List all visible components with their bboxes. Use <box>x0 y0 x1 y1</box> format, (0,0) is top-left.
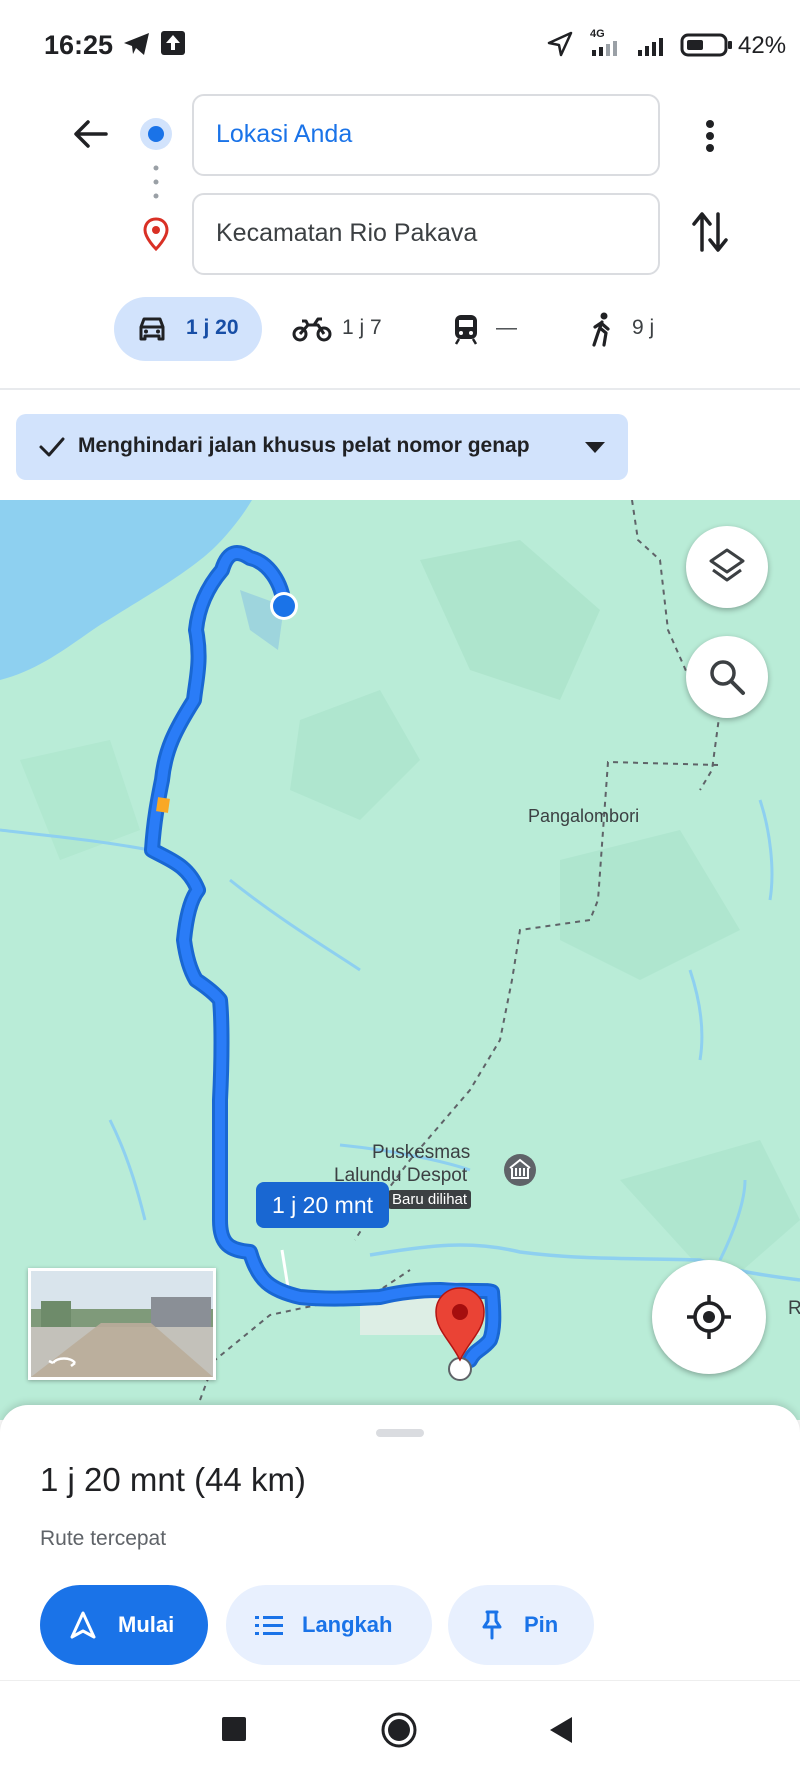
destination-input[interactable]: Kecamatan Rio Pakava <box>192 193 660 275</box>
more-vert-icon[interactable] <box>698 116 722 156</box>
layers-button[interactable] <box>686 526 768 608</box>
current-location-dot-inner <box>273 595 295 617</box>
pin-icon <box>482 1610 502 1640</box>
map-place-label: Pangalombori <box>528 806 640 826</box>
route-option-label: Menghindari jalan khusus pelat nomor gen… <box>78 434 530 457</box>
header-divider <box>0 388 800 390</box>
route-line <box>144 545 502 1368</box>
map-terrain <box>560 830 740 980</box>
map-terrain <box>290 690 420 820</box>
status-bar: 16:25 4G 42% <box>0 0 800 90</box>
mode-walk-time: 9 j <box>632 316 655 339</box>
map-river <box>229 878 361 972</box>
map-poi-label-1: Puskesmas <box>372 1142 471 1163</box>
start-button-label: Mulai <box>118 1612 175 1637</box>
navigation-icon <box>70 1611 96 1639</box>
route-duration-badge[interactable]: 1 j 20 mnt <box>256 1182 389 1228</box>
route-summary: 1 j 20 mnt (44 km) <box>40 1461 306 1498</box>
mode-car-tab[interactable]: 1 j 20 <box>114 297 262 361</box>
map-terrain <box>20 740 140 860</box>
back-arrow-icon[interactable] <box>70 114 110 154</box>
route-connector-dots <box>153 165 159 199</box>
location-arrow-icon <box>547 31 573 57</box>
battery-icon <box>680 33 732 57</box>
telegram-icon <box>124 33 149 55</box>
signal-icon-1 <box>592 41 617 56</box>
upload-notification-icon <box>161 31 185 55</box>
route-option-chip[interactable]: Menghindari jalan khusus pelat nomor gen… <box>16 414 628 480</box>
train-icon <box>454 315 478 345</box>
route-bottom-sheet: 1 j 20 mnt (44 km) Rute tercepat Mulai L… <box>0 1405 800 1680</box>
map-edge-label: R <box>788 1298 800 1319</box>
mode-walk-tab[interactable]: 9 j <box>580 297 690 361</box>
origin-dot-icon <box>140 118 172 150</box>
map-view[interactable]: Pangalombori Puskesmas Lalundu Despot Ba… <box>0 500 800 1420</box>
home-button[interactable] <box>380 1711 418 1749</box>
origin-input[interactable]: Lokasi Anda <box>192 94 660 176</box>
my-location-icon <box>687 1295 731 1339</box>
map-search-button[interactable] <box>686 636 768 718</box>
pin-button[interactable]: Pin <box>448 1585 594 1665</box>
steps-button[interactable]: Langkah <box>226 1585 432 1665</box>
car-icon <box>139 317 165 341</box>
walk-icon <box>592 312 610 347</box>
drag-handle[interactable] <box>376 1429 424 1437</box>
mode-transit-tab[interactable]: — <box>440 297 550 361</box>
pin-button-label: Pin <box>524 1612 559 1637</box>
map-terrain <box>420 540 600 700</box>
map-river <box>108 1119 147 1221</box>
my-location-button[interactable] <box>652 1260 766 1374</box>
destination-marker-dot <box>452 1304 468 1320</box>
system-nav-bar <box>0 1680 800 1779</box>
status-time: 16:25 <box>44 30 114 60</box>
battery-percent: 42% <box>738 32 787 59</box>
search-icon <box>710 660 745 695</box>
network-type: 4G <box>590 28 605 40</box>
destination-input-text: Kecamatan Rio Pakava <box>216 219 478 247</box>
motorcycle-icon <box>292 317 332 342</box>
swap-icon[interactable] <box>690 208 730 256</box>
route-subtitle: Rute tercepat <box>40 1527 167 1550</box>
list-icon <box>255 1616 283 1635</box>
recents-button[interactable] <box>222 1717 246 1741</box>
start-button[interactable]: Mulai <box>40 1585 208 1665</box>
mode-motorcycle-tab[interactable]: 1 j 7 <box>284 297 404 361</box>
route-traffic-segment <box>156 797 170 813</box>
check-icon <box>39 437 65 457</box>
signal-icon-2 <box>638 38 663 56</box>
steps-button-label: Langkah <box>302 1612 393 1637</box>
mode-motorcycle-time: 1 j 7 <box>342 316 382 339</box>
street-view-image <box>31 1271 213 1377</box>
layers-icon <box>709 548 745 582</box>
mode-transit-time: — <box>496 316 517 339</box>
mode-car-time: 1 j 20 <box>186 316 239 339</box>
destination-pin-icon <box>143 217 169 252</box>
dropdown-icon <box>585 442 605 453</box>
street-view-thumbnail[interactable] <box>28 1268 216 1380</box>
recently-viewed-tag: Baru dilihat <box>388 1190 472 1209</box>
back-button[interactable] <box>548 1715 574 1745</box>
origin-input-text: Lokasi Anda <box>216 120 353 148</box>
map-river <box>758 799 774 901</box>
map-river <box>688 969 704 1061</box>
